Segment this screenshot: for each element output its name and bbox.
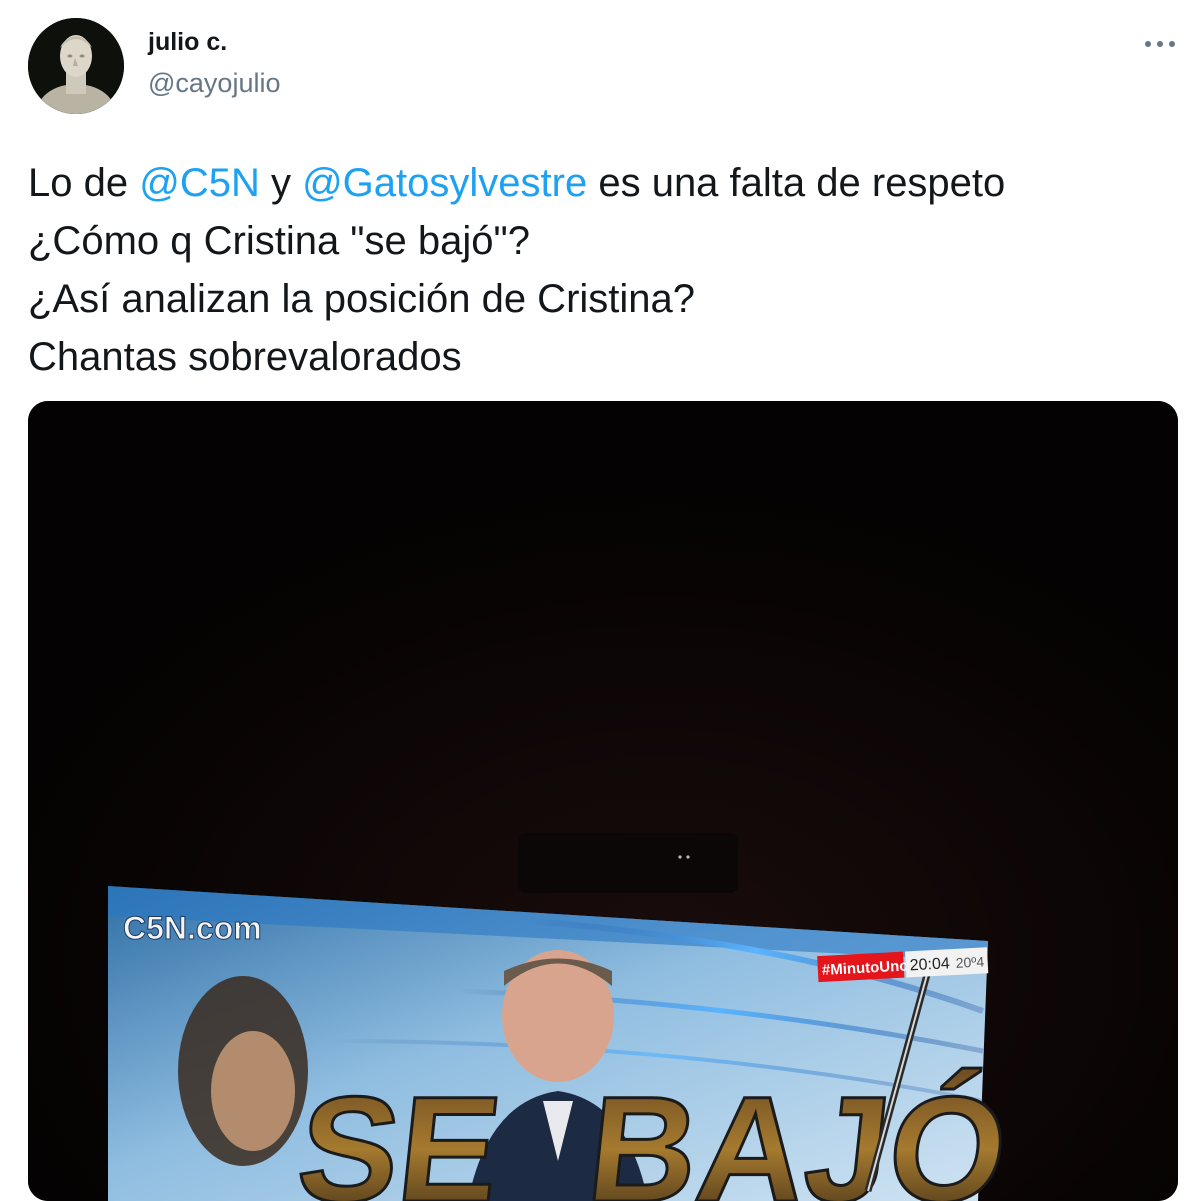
tweet-text-suffix: es una falta de respeto bbox=[587, 161, 1006, 205]
tweet-text-middle: y bbox=[259, 161, 303, 205]
tv-screen-photo: SE BAJÓ C5N.com #MinutoUno 20:04 20º4 bbox=[28, 401, 1178, 1201]
channel-logo: C5N.com bbox=[123, 910, 262, 946]
user-avatar[interactable] bbox=[28, 18, 124, 114]
mention-gatosylvestre-link[interactable]: @Gatosylvestre bbox=[302, 161, 587, 205]
tweet-card: julio c. @cayojulio Lo de @C5N y @Gatosy… bbox=[0, 0, 1200, 1201]
tweet-media-photo[interactable]: SE BAJÓ C5N.com #MinutoUno 20:04 20º4 bbox=[28, 401, 1178, 1201]
tweet-line-1: Lo de @C5N y @Gatosylvestre es una falta… bbox=[28, 154, 1178, 212]
time-readout: 20:04 bbox=[909, 955, 950, 974]
mention-c5n-link[interactable]: @C5N bbox=[139, 161, 260, 205]
headline-se: SE bbox=[291, 1065, 509, 1201]
tweet-text: Lo de @C5N y @Gatosylvestre es una falta… bbox=[28, 154, 1178, 386]
user-handle[interactable]: @cayojulio bbox=[148, 68, 280, 99]
bust-statue-avatar-icon bbox=[28, 18, 124, 114]
tweet-line-2: ¿Cómo q Cristina "se bajó"? bbox=[28, 219, 530, 263]
more-options-button[interactable] bbox=[1138, 26, 1182, 62]
temperature-readout: 20º4 bbox=[955, 953, 984, 970]
display-name[interactable]: julio c. bbox=[148, 28, 227, 57]
tweet-line-4: Chantas sobrevalorados bbox=[28, 335, 462, 379]
tweet-text-prefix: Lo de bbox=[28, 161, 140, 205]
headline-bajo: BAJÓ bbox=[581, 1065, 1015, 1201]
more-options-icon bbox=[1145, 41, 1175, 47]
tweet-line-3: ¿Así analizan la posición de Cristina? bbox=[28, 277, 696, 321]
tv-receiver-box bbox=[518, 833, 738, 893]
